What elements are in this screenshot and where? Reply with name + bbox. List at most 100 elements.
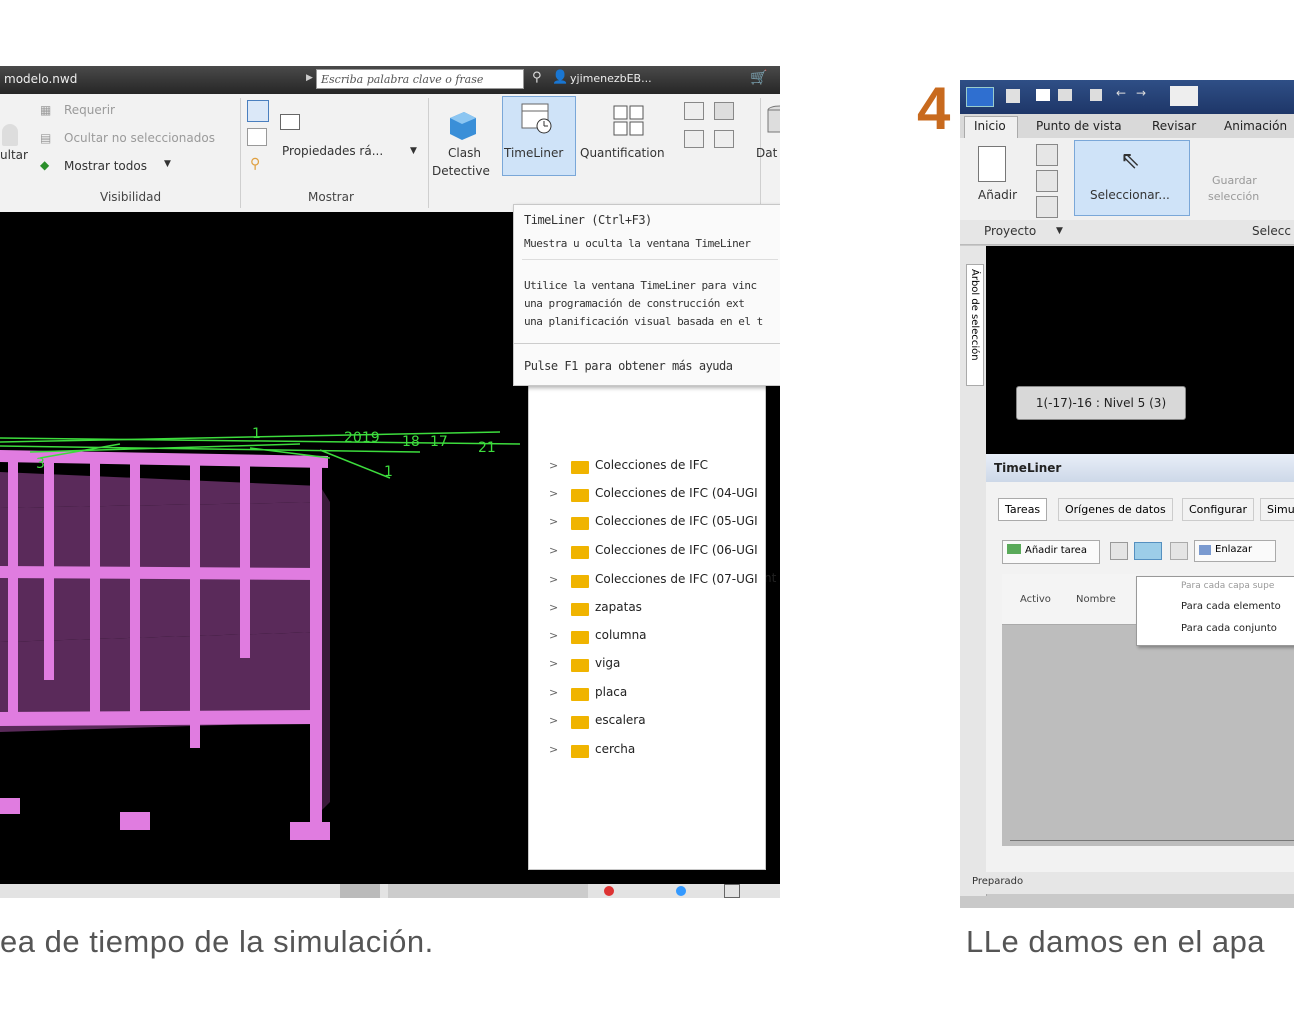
tree-item[interactable]: > escalera [529,710,765,734]
require-button[interactable]: Requerir [64,103,115,117]
save-selection-label-1[interactable]: Guardar [1212,174,1257,187]
add-file-icon[interactable] [978,146,1006,182]
reset-icon[interactable] [1036,170,1058,192]
tree-item[interactable]: > Colecciones de IFC (04-UGI [529,483,765,507]
selection-tree-tab[interactable]: Árbol de selección [966,264,984,386]
column-activo[interactable]: Activo [1020,594,1051,605]
proyecto-dropdown-icon[interactable]: ▼ [1056,226,1063,236]
compare-icon[interactable] [714,130,734,148]
tree-item[interactable]: > Colecciones de IFC [529,455,765,479]
user-name[interactable]: yjimenezbEB... [570,72,652,85]
tab-punto-de-vista[interactable]: Punto de vista [1036,119,1122,133]
menu-item-per-element[interactable]: Para cada elemento [1181,601,1281,612]
hide-label-cut[interactable]: ultar [0,148,28,162]
timeliner-label[interactable]: TimeLiner [504,146,563,160]
chevron-right-icon[interactable]: > [549,487,558,500]
quantification-icon[interactable] [612,104,646,138]
properties-toggle-icon[interactable] [247,100,269,122]
grid-icon[interactable] [247,128,267,146]
save-icon[interactable] [1058,89,1072,101]
comments-icon[interactable] [280,114,300,130]
chevron-right-icon[interactable]: > [549,601,558,614]
redo-icon[interactable]: → [1136,86,1146,100]
chevron-right-icon[interactable]: > [549,686,558,699]
chevron-right-icon[interactable]: > [549,657,558,670]
binoculars-icon[interactable]: ⚲ [532,70,542,85]
folder-icon [571,575,589,588]
datatools-label[interactable]: Dat [756,146,777,160]
quick-properties-dropdown[interactable]: Propiedades rá... [282,144,383,158]
show-all-button[interactable]: Mostrar todos [64,159,147,173]
tab-simular[interactable]: Simula [1260,498,1294,521]
cart-icon[interactable]: 🛒 [750,70,767,86]
link-icon[interactable]: ⚲ [250,156,260,172]
status-blue-icon [676,886,686,896]
select-tool-icon[interactable] [1170,86,1198,106]
tab-animacion[interactable]: Animación [1224,119,1287,133]
tree-item[interactable]: > placa [529,682,765,706]
hide-icon[interactable] [2,124,18,146]
delete-task-icon[interactable] [1170,542,1188,560]
chevron-right-icon[interactable]: > [549,459,558,472]
chevron-right-icon[interactable]: > [549,629,558,642]
menu-item-per-layer[interactable]: Para cada capa supe [1181,581,1274,591]
tab-inicio[interactable]: Inicio [974,119,1006,133]
undo-icon[interactable]: ← [1116,86,1126,100]
print-icon[interactable] [1090,89,1102,101]
quantification-label[interactable]: Quantification [580,146,665,160]
save-selection-label-2[interactable]: selección [1208,190,1259,203]
menu-item-per-set[interactable]: Para cada conjunto [1181,623,1277,634]
group-proyecto-label[interactable]: Proyecto [984,224,1036,238]
tree-item[interactable]: > Colecciones de IFC (06-UGI [529,540,765,564]
tree-item[interactable]: > viga [529,653,765,677]
tree-item[interactable]: > cercha [529,739,765,763]
open-folder-icon[interactable] [1036,89,1050,101]
show-all-dropdown-icon[interactable]: ▼ [164,159,171,169]
selection-tree-tab-label[interactable]: Árbol de selección [969,269,980,361]
tab-tareas[interactable]: Tareas [998,498,1048,521]
tree-item[interactable]: > Colecciones de IFC (07-UGI [529,569,765,593]
new-icon[interactable] [1006,89,1020,103]
quick-properties-arrow-icon[interactable]: ▼ [410,146,417,156]
hierarchy-icon[interactable] [1110,542,1128,560]
chevron-right-icon[interactable]: > [549,573,558,586]
batch-icon[interactable] [684,130,704,148]
add-task-button[interactable]: Añadir tarea [1002,540,1100,564]
link-button[interactable]: Enlazar [1194,540,1276,562]
add-button[interactable]: Añadir [978,188,1017,202]
chevron-right-icon[interactable]: > [549,743,558,756]
clash-detective-label-1[interactable]: Clash [448,146,481,160]
datatools-icon[interactable] [766,104,780,138]
app-logo-icon[interactable] [966,87,994,107]
timeliner-icon[interactable] [520,102,554,136]
tree-item[interactable]: > Colecciones de IFC (05-UGI [529,511,765,535]
tree-item[interactable]: > zapatas [529,597,765,621]
require-icon[interactable]: ▦ [40,103,51,117]
tab-revisar[interactable]: Revisar [1152,119,1196,133]
select-label[interactable]: Seleccionar... [1090,188,1170,202]
window-icon[interactable] [724,884,740,898]
user-icon[interactable]: 👤 [552,70,568,85]
hide-unselected-icon[interactable]: ▤ [40,131,51,145]
chevron-right-icon[interactable]: > [549,714,558,727]
cursor-icon[interactable]: ⇖ [1120,146,1140,174]
options-icon[interactable] [1036,196,1058,218]
animator-icon[interactable] [684,102,704,120]
auto-add-tasks-icon[interactable] [1134,542,1162,560]
clash-detective-label-2[interactable]: Detective [432,164,490,178]
column-nombre[interactable]: Nombre [1076,594,1116,605]
search-input[interactable]: Escriba palabra clave o frase [316,69,524,89]
tree-item[interactable]: > columna [529,625,765,649]
clash-detective-icon[interactable] [446,106,480,140]
chevron-right-icon[interactable]: > [549,544,558,557]
scripter-icon[interactable] [714,102,734,120]
refresh-icon[interactable] [1036,144,1058,166]
tab-configurar[interactable]: Configurar [1182,498,1255,521]
status-field [340,884,380,898]
tab-origenes-de-datos[interactable]: Orígenes de datos [1058,498,1173,521]
3d-viewport[interactable] [986,246,1294,454]
hide-unselected-button[interactable]: Ocultar no seleccionados [64,131,215,145]
show-all-icon[interactable]: ◆ [40,158,49,172]
chevron-right-icon[interactable]: > [549,515,558,528]
expand-arrow-icon[interactable]: ▶ [306,73,313,83]
